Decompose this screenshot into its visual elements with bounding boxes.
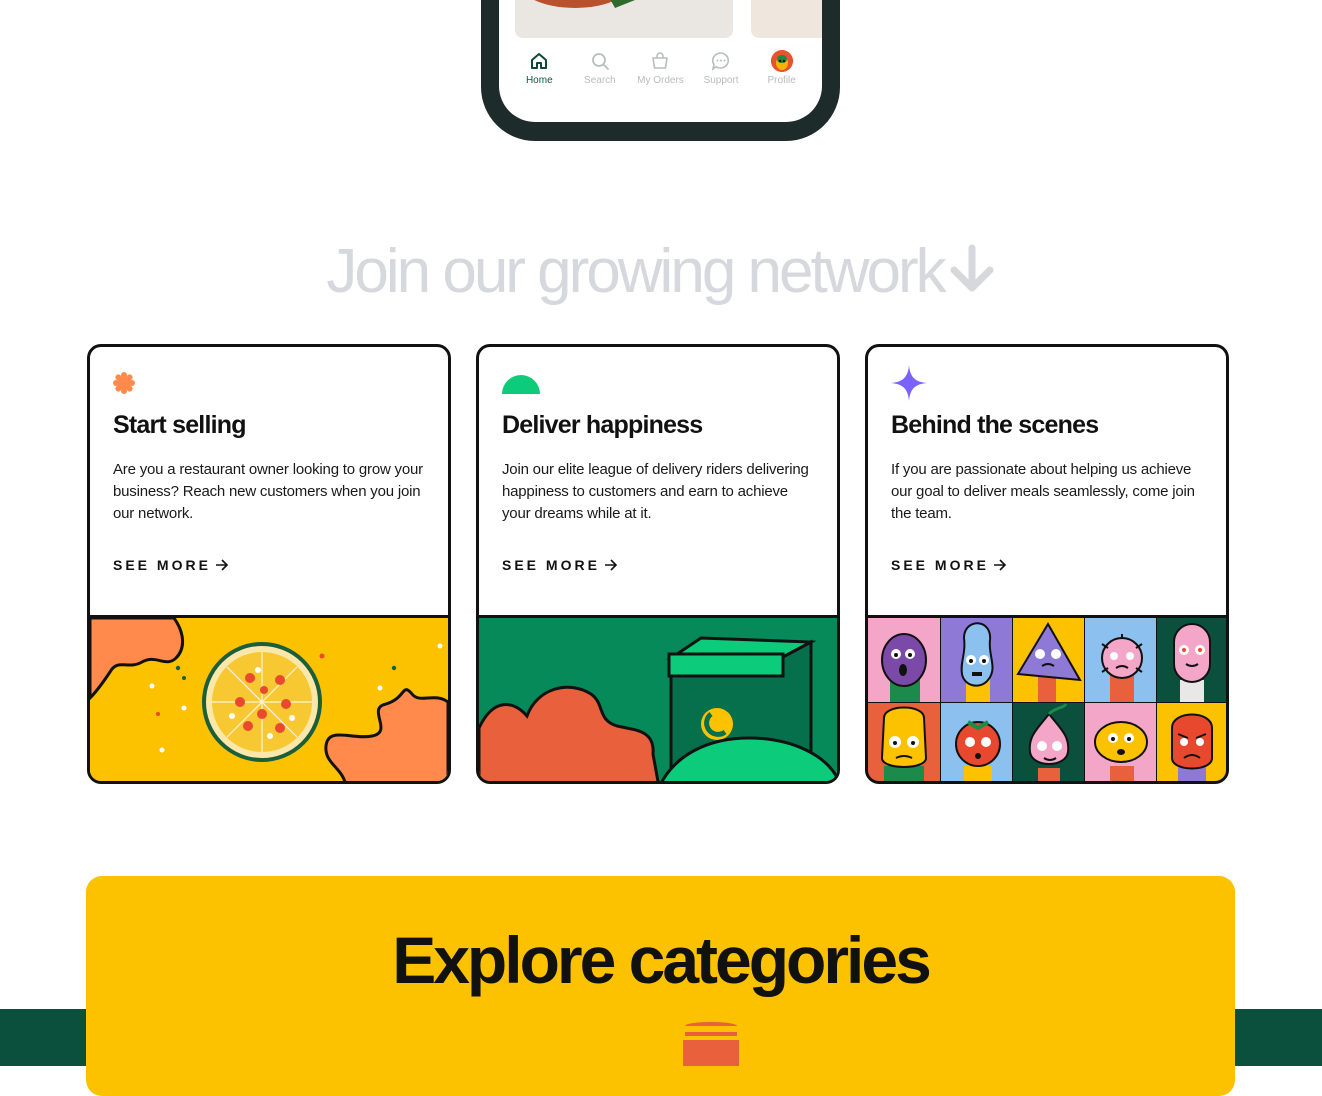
nav-label: Profile [767,75,796,86]
nav-label: My Orders [637,75,684,86]
arrow-right-icon [993,559,1007,571]
see-more-link[interactable]: SEE MORE [891,557,1007,573]
card-title: Start selling [113,411,247,439]
nav-support[interactable]: Support [692,50,750,86]
card-title: Behind the scenes [891,411,1099,439]
food-image [751,0,822,38]
card-start-selling[interactable]: Start selling Are you a restaurant owner… [87,344,451,784]
arrow-right-icon [604,559,618,571]
nav-search[interactable]: Search [571,50,629,86]
see-more-label: SEE MORE [891,557,989,573]
food-image [515,0,733,38]
card-description: Are you a restaurant owner looking to gr… [113,461,423,522]
card-behind-the-scenes[interactable]: Behind the scenes If you are passionate … [865,344,1229,784]
home-icon [531,53,548,69]
see-more-label: SEE MORE [502,557,600,573]
card-description: If you are passionate about helping us a… [891,461,1195,522]
section-title: Join our growing network [0,236,1322,311]
card-title: Deliver happiness [502,411,703,439]
arrow-right-icon [215,559,229,571]
see-more-label: SEE MORE [113,557,211,573]
nav-my-orders[interactable]: My Orders [631,50,689,86]
basket-icon [652,52,669,69]
nav-home[interactable]: Home [510,50,568,86]
delivery-box-illustration [479,615,837,781]
semicircle-icon [502,372,540,399]
bottom-navigation: Home Search My Orders Support Profile [499,50,822,94]
explore-title: Explore categories [392,923,932,997]
nav-profile[interactable]: Profile [753,50,811,86]
card-description: Join our elite league of delivery riders… [502,461,809,522]
chat-icon [711,52,730,71]
nav-label: Home [525,75,553,86]
arrow-down-icon [948,240,996,311]
section-title-text: Join our growing network [326,237,946,306]
sparkle-icon [891,365,927,406]
category-illustration [683,1022,739,1066]
see-more-link[interactable]: SEE MORE [502,557,618,573]
flower-badge-icon [113,372,135,399]
pizza-illustration [90,615,448,781]
explore-categories-section: Explore categories [86,876,1235,1096]
card-deliver-happiness[interactable]: Deliver happiness Join our elite league … [476,344,840,784]
characters-grid-illustration [868,615,1226,781]
avatar [770,50,793,72]
phone-screen: Home Search My Orders Support Profile [499,0,822,122]
nav-label: Search [584,75,616,86]
see-more-link[interactable]: SEE MORE [113,557,229,573]
search-icon [591,53,609,70]
nav-label: Support [703,75,739,86]
phone-mockup: Home Search My Orders Support Profile [481,0,840,141]
